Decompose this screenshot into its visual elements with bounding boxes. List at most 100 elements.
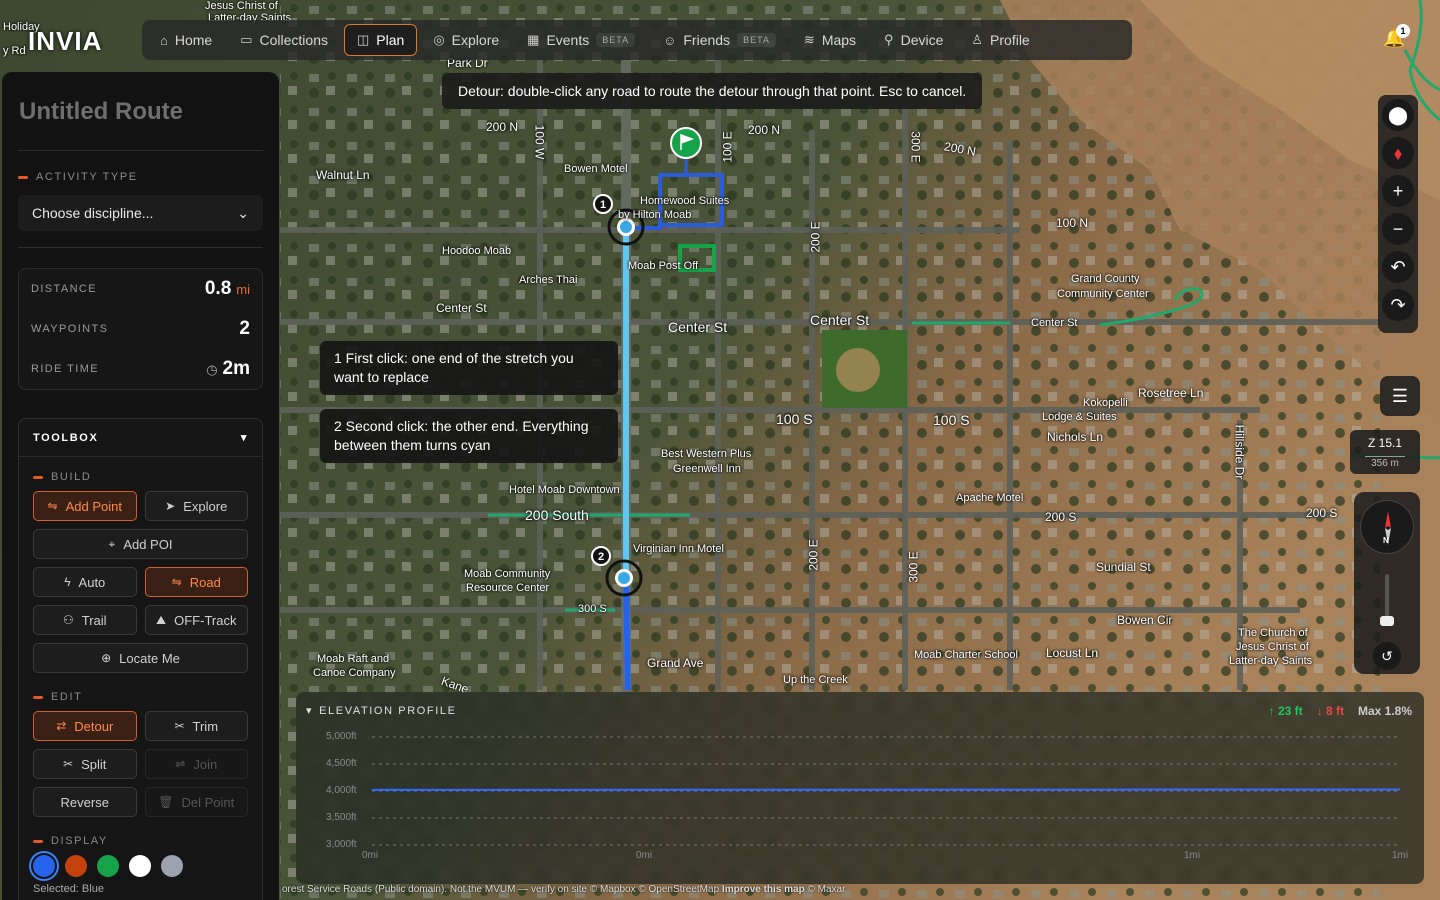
- scale-bar: 356 m: [1365, 456, 1405, 469]
- ride-time-label: RIDE TIME: [31, 363, 100, 375]
- beta-badge: BETA: [596, 33, 636, 47]
- join-icon: ⇌: [175, 757, 186, 771]
- map-label: Homewood Suites: [640, 195, 730, 207]
- map-label: Bowen Cir: [1117, 613, 1173, 627]
- route-stats: DISTANCE 0.8 mi WAYPOINTS 2 RIDE TIME ◷ 2m: [18, 268, 263, 390]
- trim-button[interactable]: ✂ Trim: [144, 711, 248, 741]
- map-label: Kokopelli: [1083, 397, 1128, 409]
- nav-events[interactable]: ▦ Events BETA: [515, 24, 647, 56]
- trail-button[interactable]: ⚇ Trail: [33, 605, 137, 635]
- explore-button[interactable]: ➤ Explore: [144, 491, 248, 521]
- map-label: Best Western Plus: [661, 448, 752, 460]
- waypoints-value: 2: [239, 318, 250, 339]
- cursor-icon: ➤: [165, 499, 176, 513]
- location-pin-icon[interactable]: ⬤: [1382, 99, 1414, 131]
- off-track-button[interactable]: ⛰ OFF-Track: [144, 605, 248, 635]
- zoom-out-button[interactable]: −: [1382, 213, 1414, 245]
- nav-device[interactable]: ⚲ Device: [872, 24, 955, 56]
- map-attribution: orest Service Roads (Public domain). Not…: [282, 884, 845, 895]
- events-icon: ▦: [527, 32, 540, 47]
- plan-icon: ◫: [357, 32, 370, 47]
- map-label: Virginian Inn Motel: [633, 543, 724, 555]
- explore-icon: ◎: [433, 32, 445, 47]
- map-label: 200 E: [808, 221, 823, 253]
- map-label: 100 S: [933, 412, 970, 428]
- caret-down-icon: ▾: [240, 432, 248, 444]
- crosshair-icon: ⊕: [101, 651, 112, 665]
- map-label: Up the Creek: [783, 674, 848, 686]
- redo-button[interactable]: ↷: [1382, 289, 1414, 321]
- friends-icon: ☺: [663, 32, 677, 48]
- map-label: Grand County: [1071, 273, 1140, 285]
- distance-unit: mi: [236, 282, 250, 297]
- zoom-in-button[interactable]: +: [1382, 175, 1414, 207]
- nav-explore[interactable]: ◎ Explore: [421, 24, 511, 56]
- notification-count: 1: [1396, 24, 1410, 38]
- reverse-button[interactable]: Reverse: [33, 787, 137, 817]
- display-label: DISPLAY: [33, 835, 248, 847]
- route-title[interactable]: Untitled Route: [19, 98, 263, 126]
- nav-friends[interactable]: ☺ Friends BETA: [651, 24, 788, 56]
- map-label: Hillside Dr: [1232, 424, 1247, 480]
- color-swatch[interactable]: [161, 855, 183, 877]
- map-label: Apache Motel: [956, 492, 1024, 504]
- map-label: Moab Post Off: [628, 260, 699, 272]
- road-button[interactable]: ⇋ Road: [144, 567, 248, 597]
- nav-profile[interactable]: ♙ Profile: [959, 24, 1041, 56]
- distance-value: 0.8: [204, 278, 232, 299]
- map-label: Hoodoo Moab: [442, 245, 512, 257]
- toolbox-header[interactable]: TOOLBOX ▾: [19, 419, 262, 457]
- undo-button[interactable]: ↶: [1382, 251, 1414, 283]
- brand-logo[interactable]: INVIA: [28, 26, 102, 57]
- nav-label: Friends: [683, 32, 731, 48]
- svg-text:1: 1: [600, 199, 606, 211]
- map-label: 200 S: [1306, 506, 1338, 520]
- beta-badge: BETA: [737, 33, 776, 47]
- discipline-select[interactable]: Choose discipline... ⌄: [18, 195, 263, 231]
- split-button[interactable]: ✂ Split: [33, 749, 137, 779]
- nav-maps[interactable]: ≋ Maps: [792, 24, 868, 56]
- map-label: 300 E: [908, 131, 923, 163]
- map-label: Jesus Christ of: [1236, 641, 1309, 653]
- svg-text:2: 2: [598, 551, 604, 563]
- color-swatch[interactable]: [97, 855, 119, 877]
- reset-view-icon[interactable]: ↺: [1373, 642, 1401, 670]
- improve-map-link[interactable]: Improve this map: [722, 884, 805, 895]
- layers-icon[interactable]: ☰: [1380, 376, 1420, 416]
- detour-button[interactable]: ⇄ Detour: [33, 711, 137, 741]
- compass-icon[interactable]: [1360, 500, 1414, 554]
- scissors-icon: ✂: [174, 719, 185, 733]
- add-poi-button[interactable]: ⌖ Add POI: [33, 529, 248, 559]
- compass-north-label: N: [1383, 536, 1389, 545]
- nav-label: Maps: [821, 32, 857, 48]
- locate-me-button[interactable]: ⊕ Locate Me: [33, 643, 248, 673]
- map-label: Arches Thai: [519, 274, 578, 286]
- map-label: 300 E: [906, 551, 921, 583]
- nav-home[interactable]: ⌂ Home: [148, 24, 224, 56]
- compass-needle-icon[interactable]: ⬧: [1382, 137, 1414, 169]
- map-label: Greenwell Inn: [673, 463, 741, 475]
- map-label: Community Center: [1057, 288, 1149, 300]
- auto-button[interactable]: ϟ Auto: [33, 567, 137, 597]
- color-swatch[interactable]: [129, 855, 151, 877]
- pitch-slider-thumb[interactable]: [1380, 616, 1394, 626]
- zoom-level: Z 15.1: [1367, 436, 1403, 450]
- bolt-icon: ϟ: [64, 575, 71, 589]
- trash-icon: 🗑: [158, 795, 174, 809]
- nav-label: Profile: [990, 32, 1030, 48]
- toolbox-panel: TOOLBOX ▾ BUILD ⇋ Add Point ➤ Explore ⌖ Add…: [18, 418, 263, 900]
- nav-plan[interactable]: ◫ Plan: [344, 24, 418, 56]
- color-swatch[interactable]: [33, 855, 55, 877]
- elevation-chart[interactable]: [296, 692, 1424, 884]
- map-label: Moab Charter School: [914, 649, 1018, 661]
- map-label: Moab Raft and: [317, 653, 390, 665]
- home-icon: ⌂: [160, 32, 168, 48]
- add-point-button[interactable]: ⇋ Add Point: [33, 491, 137, 521]
- delete-point-button[interactable]: 🗑 Del Point: [144, 787, 248, 817]
- map-label: 200 E: [806, 539, 821, 571]
- clock-icon: ◷: [206, 362, 218, 377]
- maxar-credit: © Maxar: [804, 884, 846, 895]
- color-swatch[interactable]: [65, 855, 87, 877]
- join-button[interactable]: ⇌ Join: [144, 749, 248, 779]
- nav-collections[interactable]: ▭ Collections: [228, 24, 340, 56]
